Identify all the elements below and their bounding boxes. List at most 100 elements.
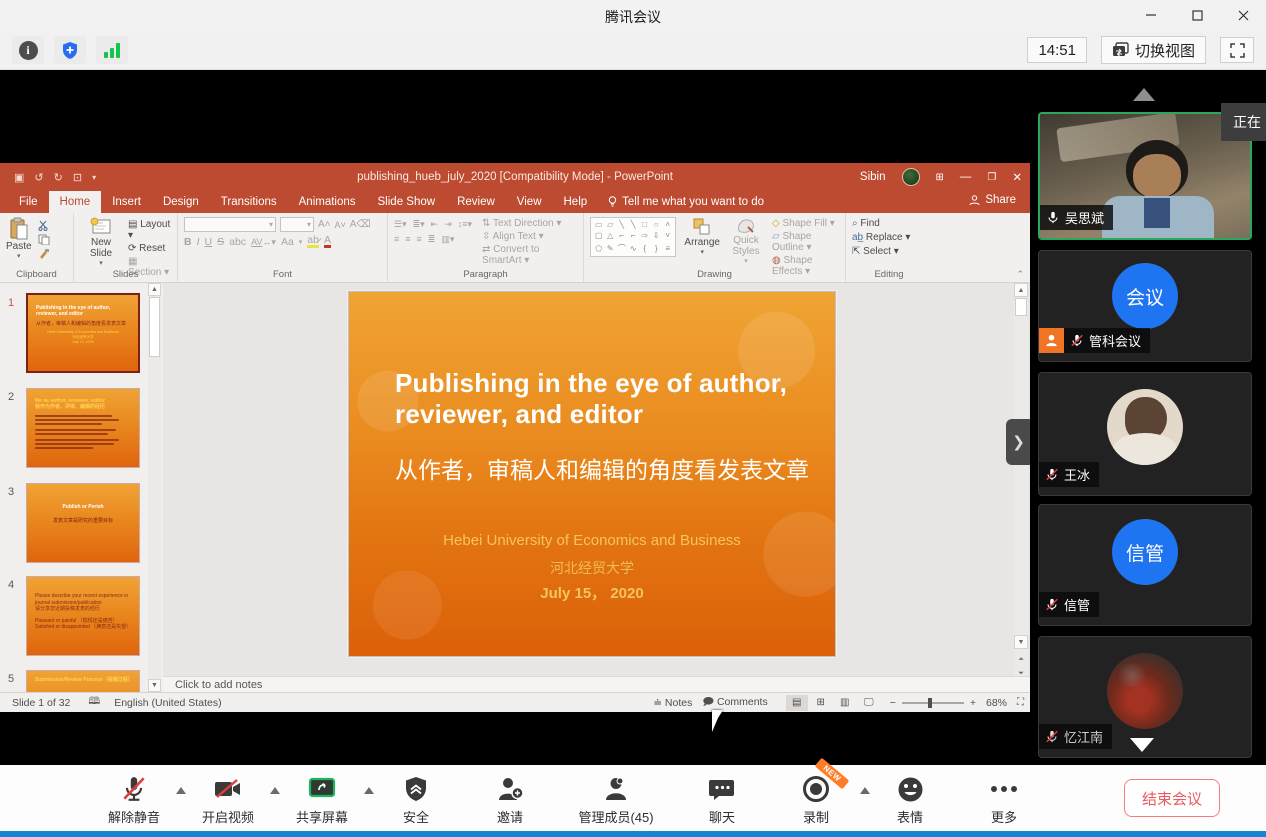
tab-design[interactable]: Design: [152, 191, 210, 213]
smartart-button[interactable]: ⇄ Convert to SmartArt ▾: [482, 244, 577, 266]
security-shield-button[interactable]: [54, 36, 86, 64]
slide-thumbnail-5[interactable]: Submission/Review Process（投稿过程）: [26, 670, 140, 692]
previous-slide-icon[interactable]: ⏶: [1014, 653, 1028, 667]
unmute-button[interactable]: 解除静音: [98, 773, 170, 826]
end-meeting-button[interactable]: 结束会议: [1124, 779, 1220, 817]
zoom-in-icon[interactable]: +: [970, 697, 976, 709]
scroll-participants-down-icon[interactable]: [1130, 738, 1154, 752]
quick-styles-button[interactable]: Quick Styles ▾: [728, 217, 764, 265]
comments-toggle[interactable]: 🗩 Comments: [702, 694, 767, 712]
share-screen-button[interactable]: 共享屏幕: [286, 773, 358, 826]
slide-thumbnail-1[interactable]: Publishing in the eye of author, reviewe…: [26, 293, 140, 373]
arrange-button[interactable]: Arrange ▾: [684, 217, 720, 256]
collapse-ribbon-icon[interactable]: ⌃: [1016, 269, 1024, 280]
highlight-color-button[interactable]: ab̷: [307, 236, 319, 248]
slide-thumbnail-4[interactable]: Please describe your recent experience i…: [26, 576, 140, 656]
maximize-icon[interactable]: [1174, 0, 1220, 30]
current-slide[interactable]: Publishing in the eye of author, reviewe…: [348, 291, 836, 657]
tab-help[interactable]: Help: [553, 191, 599, 213]
clear-formatting-icon[interactable]: A⌫: [350, 219, 371, 230]
notes-toggle[interactable]: ≐ Notes: [653, 697, 692, 709]
ppt-minimize-icon[interactable]: —: [960, 171, 972, 183]
grow-font-icon[interactable]: A˄: [318, 219, 331, 230]
minimize-icon[interactable]: [1128, 0, 1174, 30]
share-options-caret[interactable]: [364, 787, 374, 794]
thumb-scroll-down-icon[interactable]: ▼: [148, 679, 161, 692]
zoom-slider-thumb[interactable]: [928, 698, 932, 708]
slide-thumbnail-2[interactable]: Me as author, reviewer, editor 我作为作者、评审、…: [26, 388, 140, 468]
slide-thumbnail-3[interactable]: Publish or Perish 发表文章是研究的重要目标: [26, 483, 140, 563]
tab-home[interactable]: Home: [49, 191, 102, 213]
underline-button[interactable]: U: [205, 236, 213, 248]
normal-view-icon[interactable]: ▤: [786, 695, 808, 711]
more-button[interactable]: 更多: [968, 773, 1040, 826]
reading-view-icon[interactable]: ▥: [834, 695, 856, 711]
thumbnail-scrollbar[interactable]: ▲ ▼: [148, 283, 161, 692]
record-options-caret[interactable]: [860, 787, 870, 794]
slide-scrollbar[interactable]: ▲ ▼ ⏶ ⏷: [1014, 283, 1028, 692]
find-button[interactable]: ⌕ Find: [852, 218, 926, 229]
tab-transitions[interactable]: Transitions: [210, 191, 288, 213]
font-size-dropdown[interactable]: ▾: [280, 217, 314, 232]
columns-icon[interactable]: ▥▾: [441, 234, 454, 245]
font-name-dropdown[interactable]: ▾: [184, 217, 276, 232]
tab-insert[interactable]: Insert: [101, 191, 152, 213]
security-button[interactable]: 安全: [380, 773, 452, 826]
ppt-close-icon[interactable]: ✕: [1012, 170, 1022, 184]
ppt-restore-icon[interactable]: ❐: [987, 172, 996, 183]
char-spacing-button[interactable]: AV↔▾: [251, 237, 276, 248]
participant-tile-guanke[interactable]: 会议 管科会议: [1038, 250, 1252, 362]
bullets-icon[interactable]: ☰▾: [394, 219, 407, 230]
slide-scroll-up-icon[interactable]: ▲: [1014, 283, 1028, 297]
ppt-share-button[interactable]: Share: [969, 194, 1016, 206]
tab-file[interactable]: File: [8, 191, 49, 213]
increase-indent-icon[interactable]: ⇥: [444, 219, 452, 230]
thumb-scroll-up-icon[interactable]: ▲: [148, 283, 161, 296]
shape-outline-button[interactable]: ▱ Shape Outline ▾: [772, 231, 839, 253]
slide-scroll-thumb[interactable]: [1015, 298, 1027, 316]
language-status[interactable]: English (United States): [114, 697, 221, 709]
select-button[interactable]: ⇱ Select ▾: [852, 246, 926, 257]
meeting-info-button[interactable]: i: [12, 36, 44, 64]
tab-view[interactable]: View: [506, 191, 553, 213]
layout-button[interactable]: ▤ Layout ▾: [128, 219, 171, 241]
sidebar-collapse-handle[interactable]: ❯: [1006, 419, 1031, 465]
align-right-icon[interactable]: ≡: [417, 234, 422, 245]
cut-icon[interactable]: [38, 220, 50, 231]
emoji-button[interactable]: 表情: [874, 773, 946, 826]
text-direction-button[interactable]: ⇅ Text Direction ▾: [482, 218, 577, 229]
audio-options-caret[interactable]: [176, 787, 186, 794]
chat-button[interactable]: 聊天: [686, 773, 758, 826]
slideshow-view-icon[interactable]: 🖵: [858, 695, 880, 711]
participant-tile-xinguan[interactable]: 信管 信管: [1038, 504, 1252, 626]
reset-button[interactable]: ⟳ Reset: [128, 243, 171, 254]
bold-button[interactable]: B: [184, 236, 192, 248]
strikethrough-button[interactable]: S: [217, 236, 224, 248]
slide-sorter-icon[interactable]: ⊞: [810, 695, 832, 711]
fit-to-window-icon[interactable]: ⛶: [1017, 697, 1024, 708]
shrink-font-icon[interactable]: A˅: [335, 220, 346, 230]
scroll-participants-up-icon[interactable]: [1133, 88, 1155, 101]
record-button[interactable]: 录制 NEW: [780, 773, 852, 826]
tell-me-box[interactable]: Tell me what you want to do: [598, 191, 774, 213]
format-painter-icon[interactable]: [38, 248, 50, 259]
close-icon[interactable]: [1220, 0, 1266, 30]
switch-view-button[interactable]: 切换视图: [1101, 36, 1206, 64]
manage-members-button[interactable]: 管理成员(45): [568, 773, 664, 826]
zoom-slider[interactable]: − +: [890, 697, 976, 709]
shape-fill-button[interactable]: ◇ Shape Fill ▾: [772, 218, 839, 229]
align-text-button[interactable]: ⇳ Align Text ▾: [482, 231, 577, 242]
italic-button[interactable]: I: [197, 236, 200, 248]
thumb-scroll-thumb[interactable]: [149, 297, 160, 357]
tab-review[interactable]: Review: [446, 191, 506, 213]
align-center-icon[interactable]: ≡: [405, 234, 410, 245]
align-left-icon[interactable]: ≡: [394, 234, 399, 245]
replace-button[interactable]: ab̲ Replace ▾: [852, 232, 926, 243]
copy-icon[interactable]: [38, 234, 50, 245]
justify-icon[interactable]: ≣: [428, 234, 436, 245]
ppt-user-avatar[interactable]: [902, 168, 920, 186]
notes-pane[interactable]: Click to add notes: [163, 676, 1030, 692]
fullscreen-button[interactable]: [1220, 37, 1254, 63]
zoom-out-icon[interactable]: −: [890, 697, 896, 709]
line-spacing-icon[interactable]: ↕≡▾: [458, 219, 472, 230]
